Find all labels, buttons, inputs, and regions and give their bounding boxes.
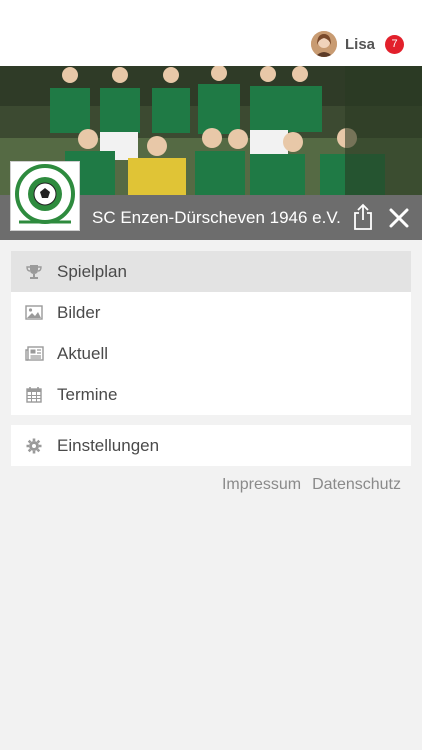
trophy-icon	[24, 262, 44, 282]
share-icon[interactable]	[350, 203, 376, 231]
menu-item-einstellungen[interactable]: Einstellungen	[11, 425, 411, 466]
menu-item-label: Aktuell	[57, 343, 109, 363]
user-profile[interactable]: Lisa 7	[310, 30, 404, 58]
menu-item-label: Spielplan	[57, 261, 127, 281]
menu-item-label: Termine	[57, 384, 118, 404]
menu-item-label: Bilder	[57, 302, 101, 322]
footer-links: Impressum Datenschutz	[211, 476, 401, 494]
club-logo	[10, 161, 80, 231]
notification-badge[interactable]: 7	[385, 34, 404, 54]
image-icon	[24, 303, 44, 323]
menu-item-bilder[interactable]: Bilder	[11, 292, 411, 333]
newspaper-icon	[24, 344, 44, 364]
menu-item-spielplan[interactable]: Spielplan	[11, 251, 411, 292]
datenschutz-link[interactable]: Datenschutz	[312, 476, 401, 494]
top-bar: Lisa 7	[0, 0, 422, 66]
gear-icon	[24, 436, 44, 456]
avatar[interactable]	[310, 31, 337, 57]
close-icon[interactable]	[386, 205, 412, 231]
main-menu: Spielplan Bilder Aktuell Termine	[11, 251, 411, 415]
menu-item-termine[interactable]: Termine	[11, 374, 411, 415]
calendar-icon	[24, 385, 44, 405]
impressum-link[interactable]: Impressum	[222, 476, 301, 494]
menu-item-aktuell[interactable]: Aktuell	[11, 333, 411, 374]
user-name[interactable]: Lisa	[345, 36, 375, 53]
club-title: SC Enzen-Dürscheven 1946 e.V.	[92, 208, 341, 227]
menu-item-label: Einstellungen	[57, 435, 160, 455]
